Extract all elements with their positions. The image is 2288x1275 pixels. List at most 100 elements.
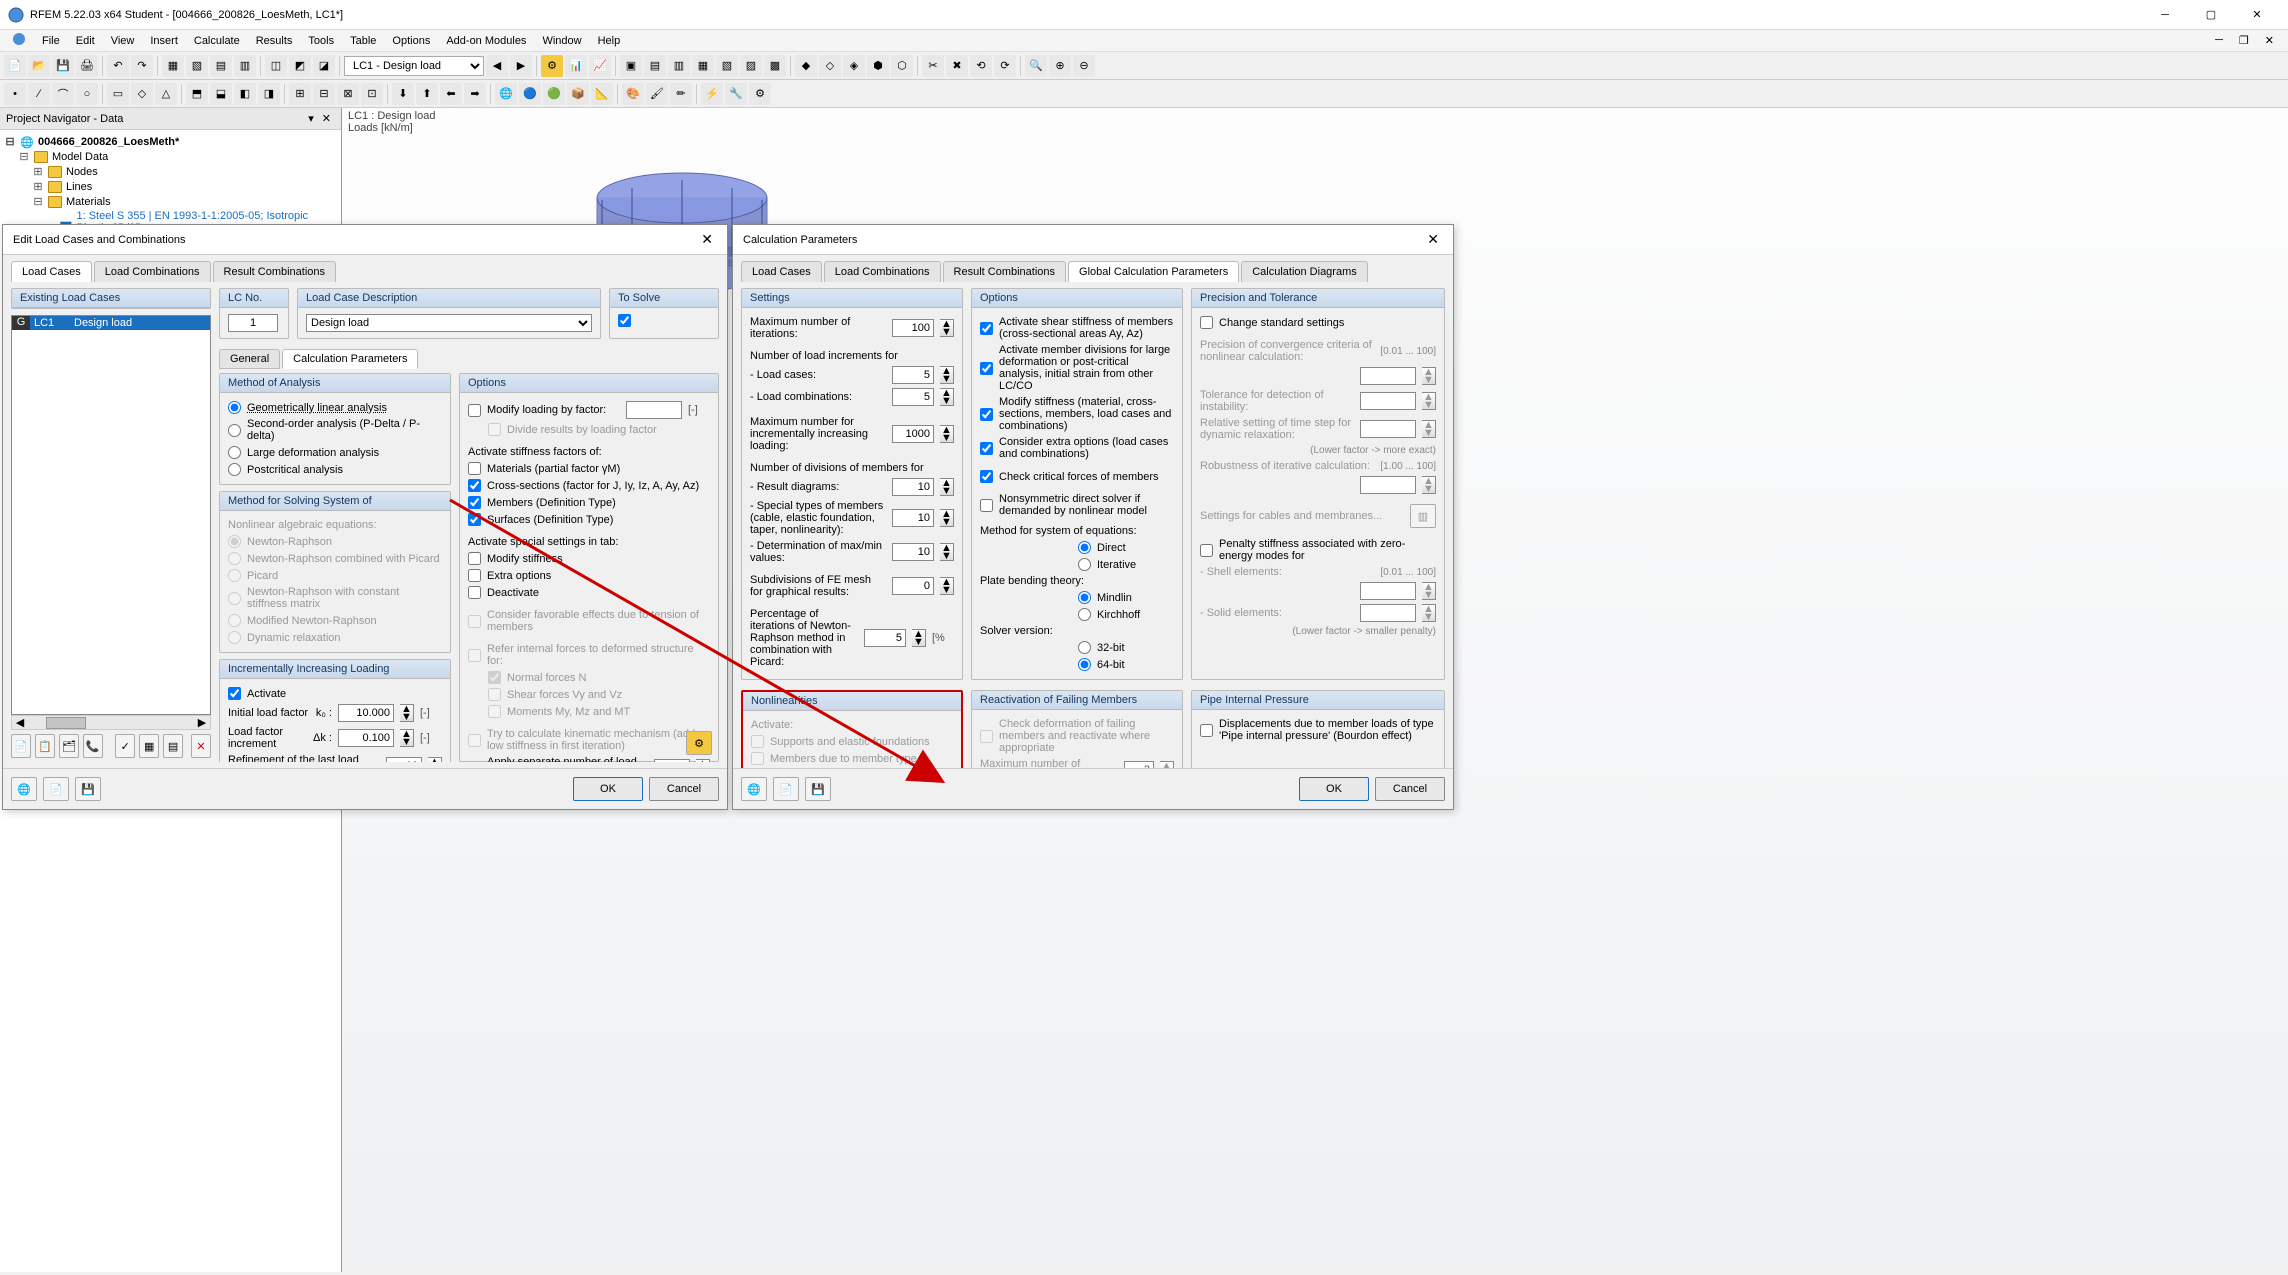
tool-32[interactable]: ⊕: [1049, 55, 1071, 77]
t2-11[interactable]: ◨: [258, 83, 280, 105]
tree-nodes[interactable]: Nodes: [66, 166, 98, 178]
moa-linear-radio[interactable]: [228, 401, 241, 414]
menu-table[interactable]: Table: [344, 33, 382, 49]
t2-25[interactable]: 🎨: [622, 83, 644, 105]
t2-23[interactable]: 📦: [567, 83, 589, 105]
tree-materials[interactable]: Materials: [66, 196, 111, 208]
tool-14[interactable]: 📈: [589, 55, 611, 77]
child-restore[interactable]: ❐: [2233, 32, 2255, 49]
subtab-calcparams[interactable]: Calculation Parameters: [282, 349, 418, 369]
menu-calculate[interactable]: Calculate: [188, 33, 246, 49]
spinner[interactable]: ▲▼: [400, 704, 414, 722]
iter-radio[interactable]: [1078, 558, 1091, 571]
save2-icon[interactable]: 💾: [805, 777, 831, 801]
tool-15[interactable]: ▣: [620, 55, 642, 77]
t2-9[interactable]: ⬓: [210, 83, 232, 105]
chg-check[interactable]: [1200, 316, 1213, 329]
help2-icon[interactable]: 🌐: [741, 777, 767, 801]
tree-modeldata[interactable]: Model Data: [52, 151, 108, 163]
cable-settings-icon[interactable]: ▥: [1410, 504, 1436, 528]
tool-22[interactable]: ◆: [795, 55, 817, 77]
moa-large-radio[interactable]: [228, 446, 241, 459]
spinner[interactable]: ▲▼: [940, 425, 954, 443]
tool-calc[interactable]: ⚙: [541, 55, 563, 77]
close-button[interactable]: ✕: [2234, 1, 2280, 29]
ilf-input[interactable]: [338, 704, 394, 722]
info-icon[interactable]: 📄: [43, 777, 69, 801]
inc-activate-check[interactable]: [228, 687, 241, 700]
t2-20[interactable]: 🌐: [495, 83, 517, 105]
spinner[interactable]: ▲▼: [912, 629, 926, 647]
tab2-lc[interactable]: Load Cases: [741, 261, 822, 282]
tool-20[interactable]: ▨: [740, 55, 762, 77]
t2-15[interactable]: ⊡: [361, 83, 383, 105]
tool-8[interactable]: ▥: [234, 55, 256, 77]
tab-loadcombos[interactable]: Load Combinations: [94, 261, 211, 282]
menu-file[interactable]: File: [36, 33, 66, 49]
tool-13[interactable]: 📊: [565, 55, 587, 77]
tool-prev[interactable]: ◀: [486, 55, 508, 77]
opt-nonsym-check[interactable]: [980, 499, 993, 512]
tool-27[interactable]: ✂: [922, 55, 944, 77]
child-minimize[interactable]: ─: [2209, 32, 2229, 49]
spinner[interactable]: ▲▼: [940, 509, 954, 527]
menu-results[interactable]: Results: [250, 33, 299, 49]
tab2-rcomb[interactable]: Result Combinations: [943, 261, 1067, 282]
desc-combo[interactable]: Design load: [306, 314, 592, 332]
opt-modstiff-check[interactable]: [980, 408, 993, 421]
t2-7[interactable]: △: [155, 83, 177, 105]
t2-21[interactable]: 🔵: [519, 83, 541, 105]
nli-lcomb-input[interactable]: [892, 388, 934, 406]
nli-lc-input[interactable]: [892, 366, 934, 384]
tree-root[interactable]: 004666_200826_LoesMeth*: [38, 136, 179, 148]
tool-23[interactable]: ◇: [819, 55, 841, 77]
lcno-input[interactable]: [228, 314, 278, 332]
asf-mat-check[interactable]: [468, 462, 481, 475]
settings-icon[interactable]: ⚙: [686, 731, 712, 755]
tool-24[interactable]: ◈: [843, 55, 865, 77]
t2-6[interactable]: ◇: [131, 83, 153, 105]
t2-18[interactable]: ⬅: [440, 83, 462, 105]
modify-check[interactable]: [468, 404, 481, 417]
spinner[interactable]: ▲▼: [940, 543, 954, 561]
tool-25[interactable]: ⬢: [867, 55, 889, 77]
spinner[interactable]: ▲▼: [940, 577, 954, 595]
tab2-diag[interactable]: Calculation Diagrams: [1241, 261, 1368, 282]
navigator-pin-icon[interactable]: ▾: [304, 112, 318, 125]
tree-lines[interactable]: Lines: [66, 181, 92, 193]
t2-12[interactable]: ⊞: [289, 83, 311, 105]
loadcase-row[interactable]: G LC1 Design load: [12, 316, 210, 330]
t2-19[interactable]: ➡: [464, 83, 486, 105]
lfi-input[interactable]: [338, 729, 394, 747]
tool-next[interactable]: ▶: [510, 55, 532, 77]
penalty-check[interactable]: [1200, 544, 1213, 557]
t2-13[interactable]: ⊟: [313, 83, 335, 105]
menu-addon[interactable]: Add-on Modules: [440, 33, 532, 49]
tool-6[interactable]: ▧: [186, 55, 208, 77]
tool-new[interactable]: 📄: [4, 55, 26, 77]
tab-loadcases[interactable]: Load Cases: [11, 261, 92, 282]
tab2-lcomb[interactable]: Load Combinations: [824, 261, 941, 282]
t2-5[interactable]: ▭: [107, 83, 129, 105]
opt-extra-check[interactable]: [980, 442, 993, 455]
menu-edit[interactable]: Edit: [70, 33, 101, 49]
loadcase-list[interactable]: G LC1 Design load: [11, 315, 211, 715]
subtab-general[interactable]: General: [219, 349, 280, 369]
ok-button[interactable]: OK: [573, 777, 643, 801]
tool-18[interactable]: ▦: [692, 55, 714, 77]
tool-19[interactable]: ▧: [716, 55, 738, 77]
t2-28[interactable]: ⚡: [701, 83, 723, 105]
asf-mem-check[interactable]: [468, 496, 481, 509]
tool-28[interactable]: ✖: [946, 55, 968, 77]
lc-7-icon[interactable]: ▤: [163, 734, 183, 758]
lc-copy-icon[interactable]: 📋: [35, 734, 55, 758]
menu-window[interactable]: Window: [536, 33, 587, 49]
tool-26[interactable]: ⬡: [891, 55, 913, 77]
rd-input[interactable]: [892, 478, 934, 496]
cancel2-button[interactable]: Cancel: [1375, 777, 1445, 801]
picard-input[interactable]: [864, 629, 906, 647]
tosolve-check[interactable]: [618, 314, 631, 327]
tool-16[interactable]: ▤: [644, 55, 666, 77]
maxit-input[interactable]: [892, 319, 934, 337]
kirch-radio[interactable]: [1078, 608, 1091, 621]
